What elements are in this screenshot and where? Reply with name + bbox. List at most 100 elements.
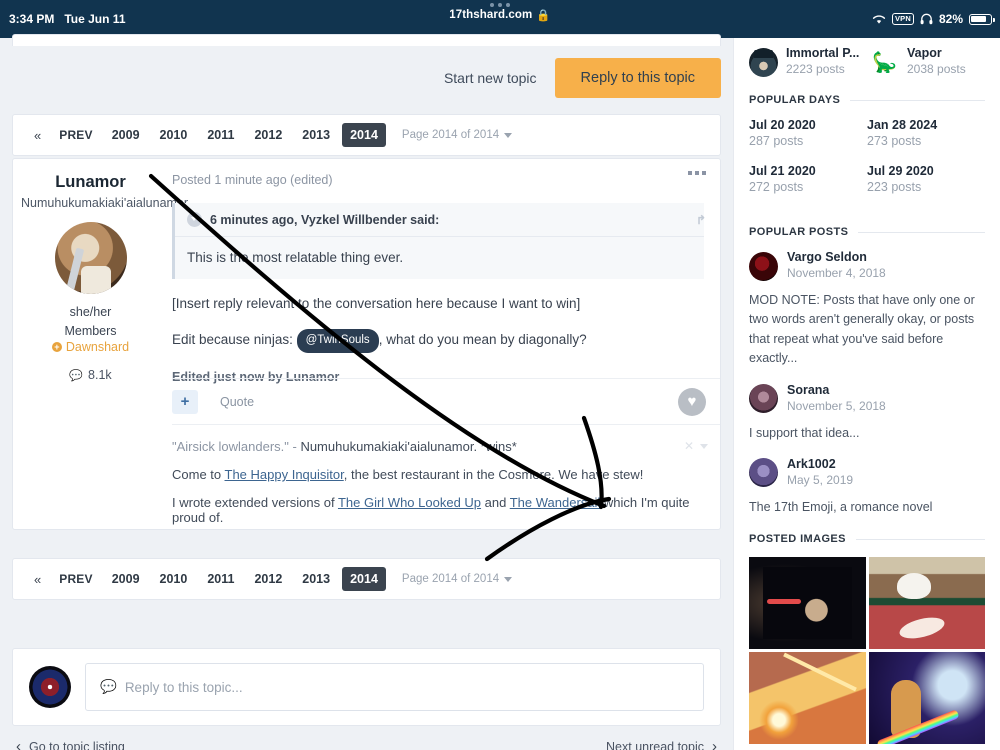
headphones-icon <box>920 13 933 25</box>
popular-post-item[interactable]: Sorana November 5, 2018 I support that i… <box>749 383 985 443</box>
page-button-2009[interactable]: 2009 <box>104 123 148 147</box>
popular-days-list: Jul 20 2020 287 posts Jan 28 2024 273 po… <box>749 118 985 210</box>
popular-day-date: Jan 28 2024 <box>867 118 938 132</box>
popular-day-item[interactable]: Jul 21 2020 272 posts <box>749 164 867 194</box>
signature-link-inquisitor[interactable]: The Happy Inquisitor <box>225 467 344 482</box>
popular-post-text: I support that idea... <box>749 425 860 440</box>
share-arrow-icon[interactable]: ↱ <box>696 213 706 227</box>
page-button-2009-bottom[interactable]: 2009 <box>104 567 148 591</box>
quote-header[interactable]: 6 minutes ago, Vyzkel Willbender said: ↱ <box>175 203 706 237</box>
popular-post-header: Ark1002 May 5, 2019 <box>749 457 985 489</box>
signature-line-2: Come to The Happy Inquisitor, the best r… <box>172 467 706 482</box>
first-page-button-bottom[interactable]: « <box>27 569 48 590</box>
start-new-topic-button[interactable]: Start new topic <box>440 64 541 92</box>
reply-composer: 💬 Reply to this topic... <box>12 648 721 726</box>
popular-day-item[interactable]: Jul 20 2020 287 posts <box>749 118 867 148</box>
signature-link-wandersail[interactable]: The Wandersail <box>510 495 601 510</box>
signature-controls[interactable]: ✕ <box>684 439 708 453</box>
author-name[interactable]: Lunamor <box>21 173 160 192</box>
user-avatar <box>749 47 778 77</box>
signature-line3-pre: I wrote extended versions of <box>172 495 338 510</box>
dinosaur-avatar: 🦕 <box>872 51 897 74</box>
author-badge-label: Dawnshard <box>65 340 130 355</box>
first-page-button[interactable]: « <box>27 125 48 146</box>
posted-image-space-dog[interactable] <box>868 652 985 745</box>
multiquote-button[interactable]: + <box>172 389 198 414</box>
top-poster-2[interactable]: 🦕 Vapor 2038 posts <box>870 46 985 78</box>
pagination-bottom: « PREV 2009 2010 2011 2012 2013 2014 Pag… <box>12 558 721 600</box>
reply-to-topic-button[interactable]: Reply to this topic <box>554 58 721 98</box>
page-button-2010-bottom[interactable]: 2010 <box>152 567 196 591</box>
wifi-icon <box>872 14 886 24</box>
next-unread-topic-link[interactable]: Next unread topic › <box>606 738 717 750</box>
vpn-badge: VPN <box>891 13 914 25</box>
author-avatar[interactable] <box>54 221 127 294</box>
main-content: Start new topic Reply to this topic « PR… <box>0 34 733 750</box>
popular-post-author: Sorana <box>787 382 830 397</box>
page-button-2011[interactable]: 2011 <box>199 123 242 147</box>
author-signature: ✕ "Airsick lowlanders." - Numuhukumakiak… <box>172 424 720 538</box>
chevron-down-icon[interactable] <box>700 443 708 449</box>
collapse-icon[interactable] <box>187 212 202 227</box>
page-selector-label-bottom: Page 2014 of 2014 <box>401 573 500 585</box>
quote-header-label: 6 minutes ago, Vyzkel Willbender said: <box>210 212 440 227</box>
top-poster-2-posts: 2038 posts <box>907 62 966 76</box>
posted-image-cat[interactable] <box>868 557 985 650</box>
post-card: Lunamor Numuhukumakiaki'aialunamor she/h… <box>12 158 721 530</box>
page-button-2011-bottom[interactable]: 2011 <box>199 567 242 591</box>
browser-address-area[interactable]: 17thshard.com 🔒 <box>0 3 1000 22</box>
go-to-topic-listing-link[interactable]: ‹ Go to topic listing <box>16 738 125 750</box>
top-poster-1-name: Immortal P... <box>786 46 860 60</box>
tab-dots-icon <box>490 3 510 7</box>
popular-post-header: Vargo Seldon November 4, 2018 <box>749 250 985 282</box>
page-button-2014[interactable]: 2014 <box>342 123 386 147</box>
heart-icon[interactable]: ♥ <box>678 387 706 416</box>
address-bar[interactable]: 17thshard.com 🔒 <box>449 8 551 22</box>
previous-card-stub <box>12 34 721 46</box>
posted-image-t-rex[interactable] <box>749 557 866 650</box>
page-button-2014-bottom[interactable]: 2014 <box>342 567 386 591</box>
prev-page-button[interactable]: PREV <box>52 124 99 146</box>
popular-days-heading: POPULAR DAYS <box>749 94 985 106</box>
posted-image-explosion[interactable] <box>749 652 866 745</box>
popular-posts-title: POPULAR POSTS <box>749 226 849 238</box>
popular-post-item[interactable]: Vargo Seldon November 4, 2018 MOD NOTE: … <box>749 250 985 369</box>
page-button-2012-bottom[interactable]: 2012 <box>246 567 290 591</box>
popular-days-title: POPULAR DAYS <box>749 94 841 106</box>
chevron-down-icon <box>504 576 513 582</box>
mention-chip[interactable]: @TwinSouls <box>296 329 379 353</box>
quote-button[interactable]: Quote <box>220 395 254 409</box>
close-icon[interactable]: ✕ <box>684 439 694 453</box>
popular-day-date: Jul 21 2020 <box>749 164 816 178</box>
page-button-2013-bottom[interactable]: 2013 <box>294 567 338 591</box>
page-button-2013[interactable]: 2013 <box>294 123 338 147</box>
current-user-avatar[interactable] <box>29 666 71 708</box>
author-post-count: 💬 8.1k <box>21 368 160 382</box>
user-avatar <box>749 251 778 281</box>
chevron-left-icon: ‹ <box>16 738 21 750</box>
prev-page-button-bottom[interactable]: PREV <box>52 568 99 590</box>
popular-post-item[interactable]: Ark1002 May 5, 2019 The 17th Emoji, a ro… <box>749 457 985 517</box>
page-button-2012[interactable]: 2012 <box>246 123 290 147</box>
signature-line2-pre: Come to <box>172 467 225 482</box>
page-selector-bottom[interactable]: Page 2014 of 2014 <box>401 573 513 585</box>
top-posters: Immortal P... 2223 posts 🦕 Vapor 2038 po… <box>749 46 985 78</box>
address-text: 17thshard.com <box>449 9 533 21</box>
signature-link-girl[interactable]: The Girl Who Looked Up <box>338 495 481 510</box>
popular-day-posts: 273 posts <box>867 134 922 148</box>
popular-day-item[interactable]: Jul 29 2020 223 posts <box>867 164 985 194</box>
reply-input[interactable]: 💬 Reply to this topic... <box>85 663 704 711</box>
popular-day-posts: 223 posts <box>867 180 922 194</box>
next-unread-topic-label: Next unread topic <box>606 739 704 750</box>
popular-day-date: Jul 29 2020 <box>867 164 934 178</box>
more-options-icon[interactable] <box>688 171 706 175</box>
popular-day-item[interactable]: Jan 28 2024 273 posts <box>867 118 985 148</box>
author-badge: Dawnshard <box>21 340 160 354</box>
battery-icon <box>969 13 995 25</box>
pagination-top: « PREV 2009 2010 2011 2012 2013 2014 Pag… <box>12 114 721 156</box>
page-selector-top[interactable]: Page 2014 of 2014 <box>402 129 513 141</box>
top-poster-1[interactable]: Immortal P... 2223 posts <box>749 46 864 78</box>
quote-text: This is the most relatable thing ever. <box>187 250 404 265</box>
chevron-down-icon <box>504 132 513 138</box>
page-button-2010[interactable]: 2010 <box>152 123 196 147</box>
